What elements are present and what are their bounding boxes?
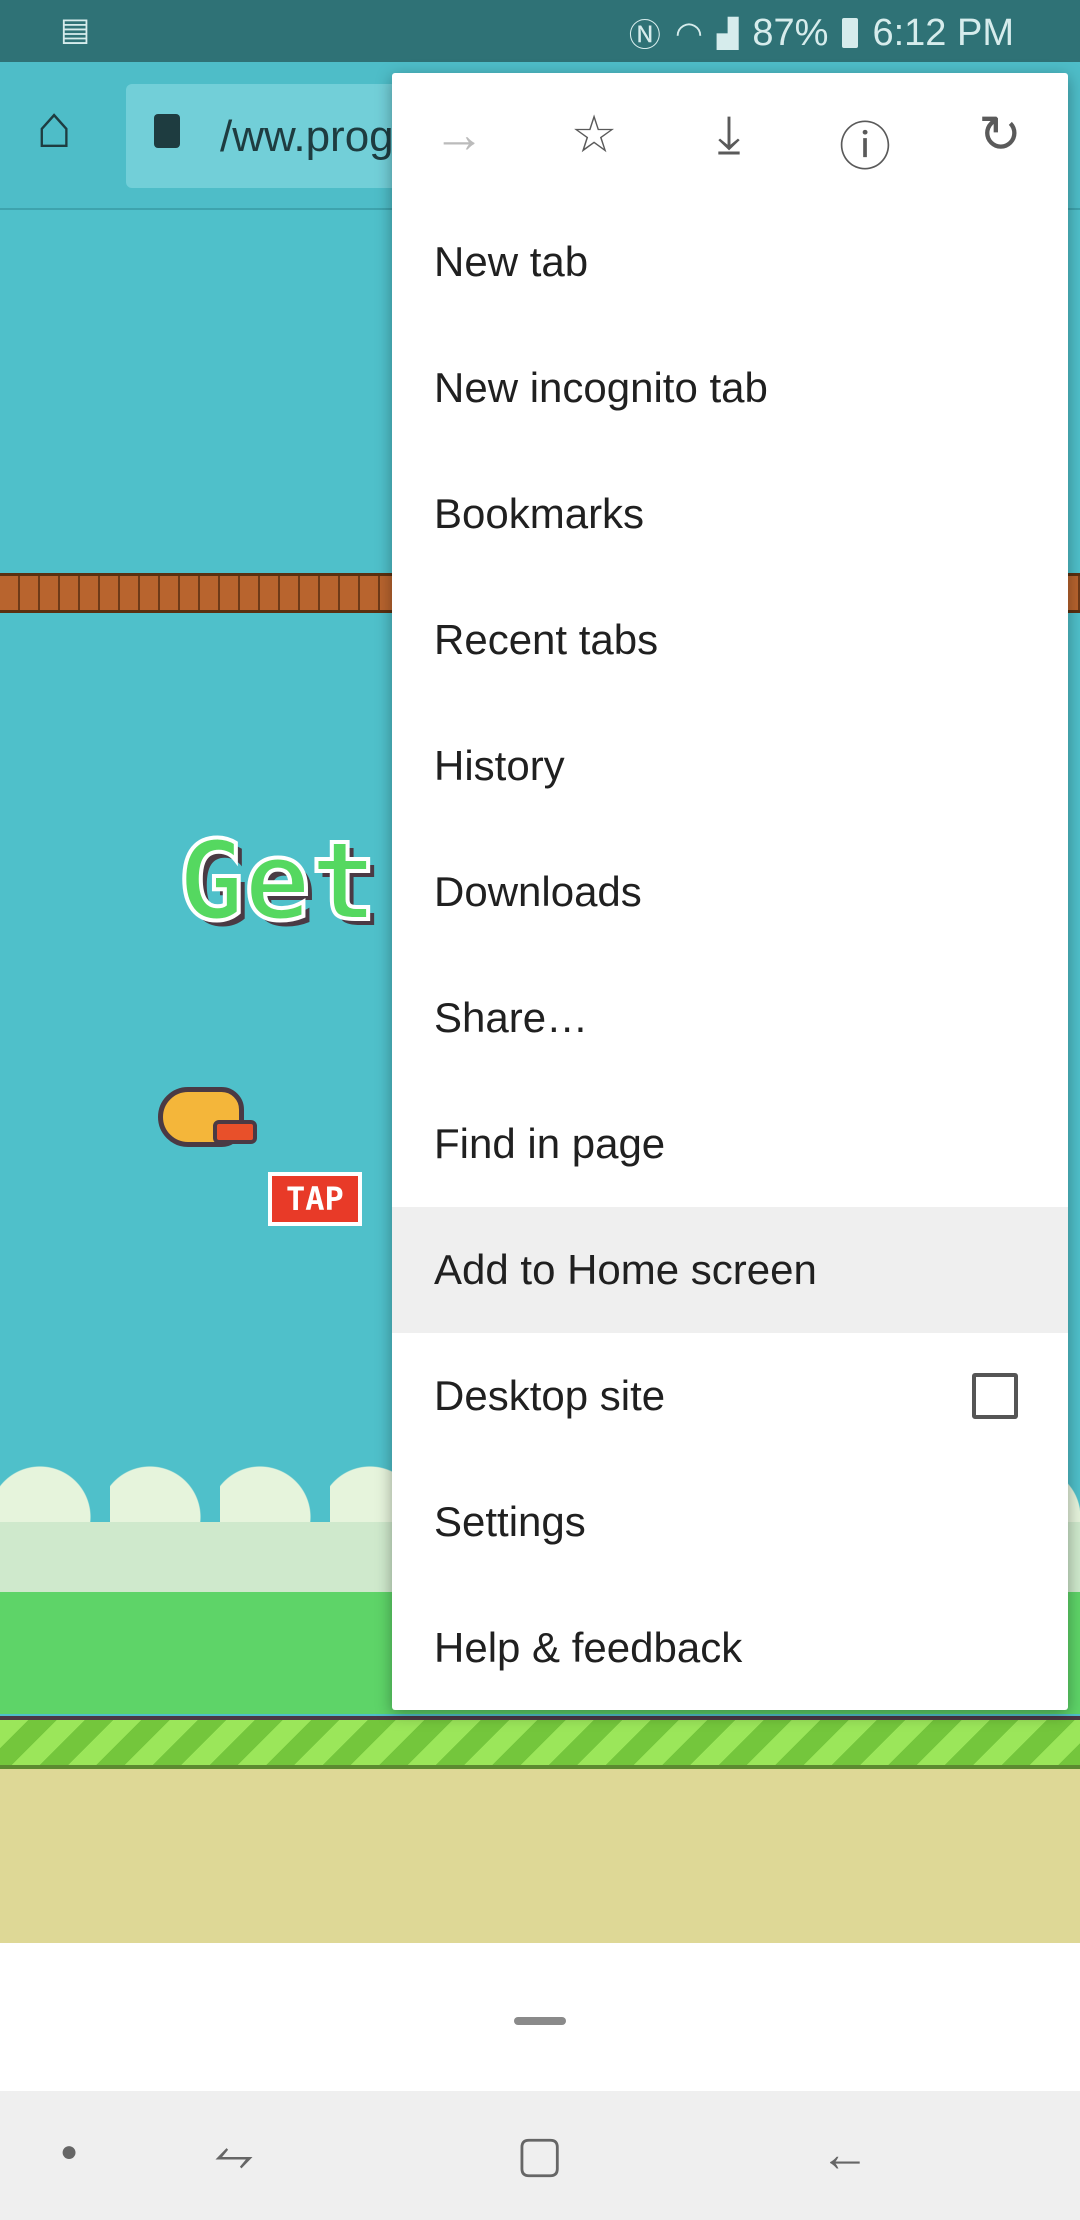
status-bar: ▤ Ⓝ ◠ ▟ 87% 6:12 PM — [0, 0, 1080, 62]
forward-icon[interactable]: → — [424, 105, 494, 165]
ground-stripe — [0, 1716, 1080, 1769]
menu-item-label: Downloads — [434, 868, 642, 915]
lock-icon — [154, 114, 180, 148]
menu-item-label: Add to Home screen — [434, 1246, 817, 1293]
menu-item-label: Recent tabs — [434, 616, 659, 663]
recent-apps-icon[interactable]: ⥊ — [214, 2125, 254, 2184]
dot-icon[interactable]: ● — [60, 2135, 78, 2169]
menu-icon-row: → ☆ ⤓ ⓘ ↻ — [392, 73, 1068, 199]
clock: 6:12 PM — [872, 11, 1014, 54]
bird-sprite — [158, 1087, 257, 1147]
ground-sand — [0, 1769, 1080, 1943]
menu-item-desktop-site[interactable]: Desktop site — [392, 1333, 1068, 1459]
home-icon[interactable]: ⌂ — [36, 92, 72, 161]
menu-item-bookmarks[interactable]: Bookmarks — [392, 451, 1068, 577]
url-text: /ww.prog — [220, 112, 394, 161]
nfc-icon: Ⓝ — [628, 17, 661, 53]
desktop-site-checkbox[interactable] — [972, 1373, 1018, 1419]
wifi-icon: ◠ — [674, 15, 703, 51]
refresh-icon[interactable]: ↻ — [965, 105, 1035, 165]
menu-item-label: New tab — [434, 238, 589, 285]
download-icon[interactable]: ⤓ — [694, 105, 764, 166]
bottom-sheet[interactable] — [0, 1943, 1080, 2091]
tap-hint: TAP — [268, 1172, 362, 1226]
menu-item-find-in-page[interactable]: Find in page — [392, 1081, 1068, 1207]
menu-item-new-incognito-tab[interactable]: New incognito tab — [392, 325, 1068, 451]
menu-item-label: Share… — [434, 994, 589, 1041]
menu-item-settings[interactable]: Settings — [392, 1459, 1068, 1585]
back-icon[interactable]: ← — [820, 2125, 870, 2183]
menu-item-new-tab[interactable]: New tab — [392, 199, 1068, 325]
menu-item-label: Help & feedback — [434, 1624, 743, 1671]
battery-percent: 87% — [752, 11, 829, 54]
menu-item-label: Desktop site — [434, 1372, 666, 1419]
info-icon[interactable]: ⓘ — [830, 105, 900, 180]
battery-icon — [842, 18, 859, 48]
menu-item-share[interactable]: Share… — [392, 955, 1068, 1081]
menu-item-label: Bookmarks — [434, 490, 645, 537]
menu-item-label: History — [434, 742, 565, 789]
signal-icon: ▟ — [716, 17, 739, 49]
overflow-menu: → ☆ ⤓ ⓘ ↻ New tab New incognito tab Book… — [392, 73, 1068, 1710]
menu-item-history[interactable]: History — [392, 703, 1068, 829]
navigation-bar: ● ⥊ ▢ ← — [0, 2091, 1080, 2220]
menu-item-add-to-home-screen[interactable]: Add to Home screen — [392, 1207, 1068, 1333]
menu-item-recent-tabs[interactable]: Recent tabs — [392, 577, 1068, 703]
drag-handle[interactable] — [514, 2017, 566, 2025]
sim-card-icon: ▤ — [60, 11, 91, 47]
menu-item-label: Settings — [434, 1498, 586, 1545]
menu-item-label: Find in page — [434, 1120, 666, 1167]
home-button-icon[interactable]: ▢ — [516, 2125, 563, 2183]
bookmark-star-icon[interactable]: ☆ — [559, 105, 629, 165]
menu-item-downloads[interactable]: Downloads — [392, 829, 1068, 955]
menu-item-help-feedback[interactable]: Help & feedback — [392, 1585, 1068, 1711]
menu-item-label: New incognito tab — [434, 364, 768, 411]
